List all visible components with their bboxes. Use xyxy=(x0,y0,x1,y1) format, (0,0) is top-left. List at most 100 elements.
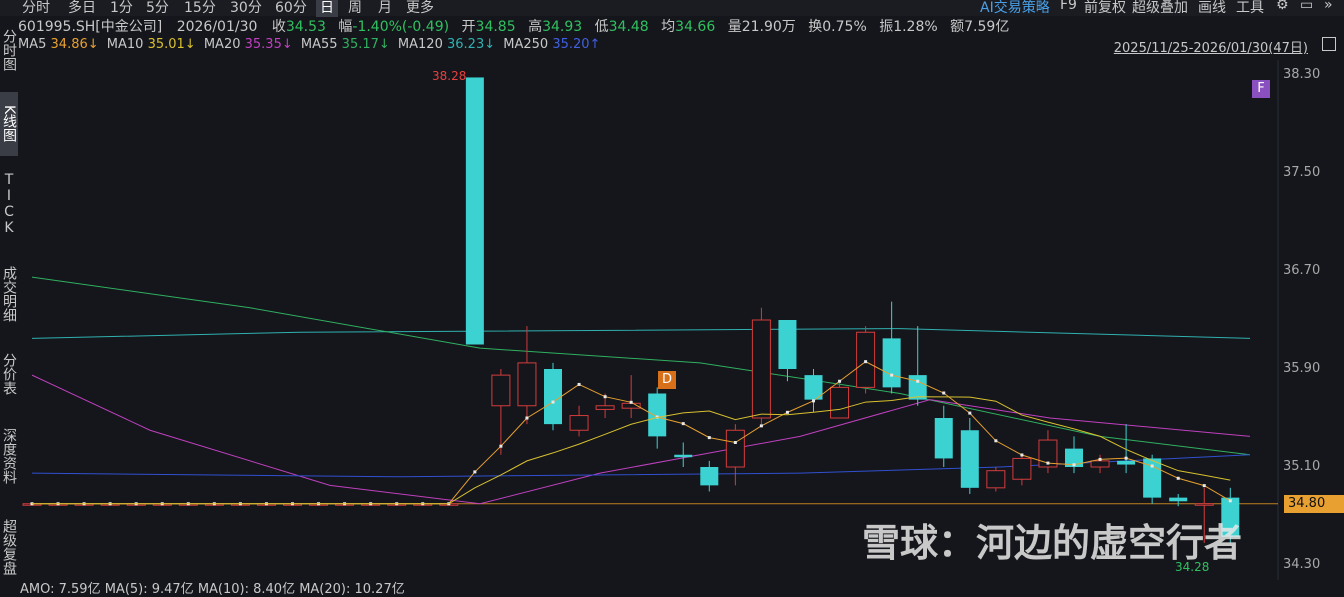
open-label: 开 xyxy=(461,19,476,35)
ma120-value: 36.23↓ xyxy=(447,37,496,52)
ma5-dot xyxy=(317,502,321,506)
overlay-button[interactable]: 超级叠加 xyxy=(1132,0,1188,17)
low-value: 34.48 xyxy=(608,19,649,35)
side-tab-kline[interactable]: K线图 xyxy=(0,92,18,156)
ma5-dot xyxy=(160,502,164,506)
ma120-label: MA120 xyxy=(397,37,443,52)
candle-body-down xyxy=(674,454,693,458)
candle-body-up xyxy=(517,362,537,407)
draw-button[interactable]: 画线 xyxy=(1198,0,1226,17)
candle-body-up xyxy=(74,503,94,506)
ma5-dot xyxy=(838,379,842,383)
fullscreen-icon[interactable] xyxy=(1322,37,1336,51)
period-tab[interactable]: 周 xyxy=(348,0,362,17)
open-value: 34.85 xyxy=(475,19,516,35)
ma55-label: MA55 xyxy=(300,37,338,52)
period-tab[interactable]: 15分 xyxy=(184,0,216,17)
ma5-dot xyxy=(1046,461,1050,465)
candle-body-down xyxy=(908,375,927,400)
stock-code: 601995.SH[中金公司] xyxy=(18,19,163,35)
candle-body-up xyxy=(335,503,355,506)
ma5-dot xyxy=(1098,457,1102,461)
side-tab-price-table[interactable]: 分价表 xyxy=(0,344,18,404)
candle-body-up xyxy=(283,503,302,506)
period-tab[interactable]: 5分 xyxy=(146,0,169,17)
ma5-label: MA5 xyxy=(18,37,47,52)
ma5-dot xyxy=(1020,453,1024,457)
tools-button[interactable]: 工具 xyxy=(1236,0,1264,17)
candle-body-down xyxy=(778,320,797,369)
window-icon[interactable]: ▭ xyxy=(1300,0,1313,13)
amplitude-value: 1.28% xyxy=(893,19,938,35)
candle-body-up xyxy=(751,319,771,419)
ma5-dot xyxy=(343,502,347,506)
candle-body-up xyxy=(361,503,381,506)
ma5-dot xyxy=(1072,463,1076,467)
side-tab-trades[interactable]: 成交明细 xyxy=(0,254,18,334)
ma120-line xyxy=(31,328,1251,339)
side-tab-replay[interactable]: 超级复盘 xyxy=(0,506,18,588)
kline-chart[interactable] xyxy=(0,0,1344,588)
settings-icon[interactable]: ⚙ xyxy=(1276,0,1289,13)
change-value: -1.40%(-0.49) xyxy=(352,19,450,35)
candle-body-up xyxy=(595,405,615,410)
ma5-dot xyxy=(577,382,581,386)
ma-legend: MA5 34.86↓ MA10 35.01↓ MA20 35.35↓ MA55 … xyxy=(18,37,600,55)
ma5-dot xyxy=(707,436,711,440)
axis-tick: 34.30 xyxy=(1283,557,1321,572)
period-tab[interactable]: 分时 xyxy=(22,0,50,17)
axis-tick: 37.50 xyxy=(1283,165,1321,180)
d-flag-icon[interactable]: D xyxy=(658,371,676,389)
ai-strategy-button[interactable]: AI交易策略 xyxy=(980,0,1050,17)
side-tab-depth[interactable]: 深度资料 xyxy=(0,416,18,496)
period-tab[interactable]: 60分 xyxy=(275,0,307,17)
period-tab[interactable]: 更多 xyxy=(406,0,434,17)
close-value: 34.53 xyxy=(285,19,326,35)
candle-body-up xyxy=(725,429,745,468)
volume-label: 量 xyxy=(727,19,742,35)
ma5-dot xyxy=(681,422,685,426)
expand-icon[interactable]: » xyxy=(1324,0,1333,13)
period-tab[interactable]: 1分 xyxy=(110,0,133,17)
ma10-label: MA10 xyxy=(106,37,144,52)
date-range-selector[interactable]: 2025/11/25-2026/01/30(47日) xyxy=(1114,37,1308,56)
ma250-label: MA250 xyxy=(503,37,549,52)
ma5-dot xyxy=(1202,484,1206,488)
sidebar: 分时图 K线图 TICK 成交明细 分价表 深度资料 超级复盘 xyxy=(0,16,18,588)
ma5-dot xyxy=(369,502,373,506)
candle-body-up xyxy=(1012,457,1032,480)
avg-value: 34.66 xyxy=(675,19,716,35)
period-tab[interactable]: 多日 xyxy=(68,0,96,17)
low-label: 低 xyxy=(594,19,609,35)
period-tab[interactable]: 月 xyxy=(378,0,392,17)
candle-body-down xyxy=(465,77,484,345)
axis-tick: 36.70 xyxy=(1283,263,1321,278)
side-tab-minute[interactable]: 分时图 xyxy=(0,20,18,80)
candle-body-down xyxy=(648,393,667,437)
candle-body-up xyxy=(439,503,459,506)
adjust-button[interactable]: 前复权 xyxy=(1084,0,1126,17)
f-flag-icon[interactable]: F xyxy=(1252,80,1270,98)
ma250-value: 35.20↑ xyxy=(552,37,601,52)
ma5-dot xyxy=(785,410,789,414)
volume-value: 21.90万 xyxy=(741,19,796,35)
avg-label: 均 xyxy=(661,19,676,35)
candle-body-up xyxy=(126,503,146,506)
ma5-line xyxy=(32,361,1231,505)
ma5-dot xyxy=(30,502,34,506)
ma5-dot xyxy=(525,416,529,420)
candle-body-down xyxy=(960,430,979,488)
candle-body-up xyxy=(309,503,329,506)
period-tab-active[interactable]: 日 xyxy=(316,0,338,17)
ma10-value: 35.01↓ xyxy=(147,37,196,52)
side-tab-tick[interactable]: TICK xyxy=(0,164,18,244)
f9-button[interactable]: F9 xyxy=(1060,0,1077,13)
candle-body-up xyxy=(1194,503,1214,506)
current-price-tag: 34.80 xyxy=(1284,495,1344,513)
period-tab[interactable]: 30分 xyxy=(230,0,262,17)
ma5-dot xyxy=(890,373,894,377)
axis-tick: 35.90 xyxy=(1283,361,1321,376)
amount-label: 额 xyxy=(950,19,965,35)
ma5-dot xyxy=(655,415,659,419)
candle-body-down xyxy=(1169,497,1188,502)
